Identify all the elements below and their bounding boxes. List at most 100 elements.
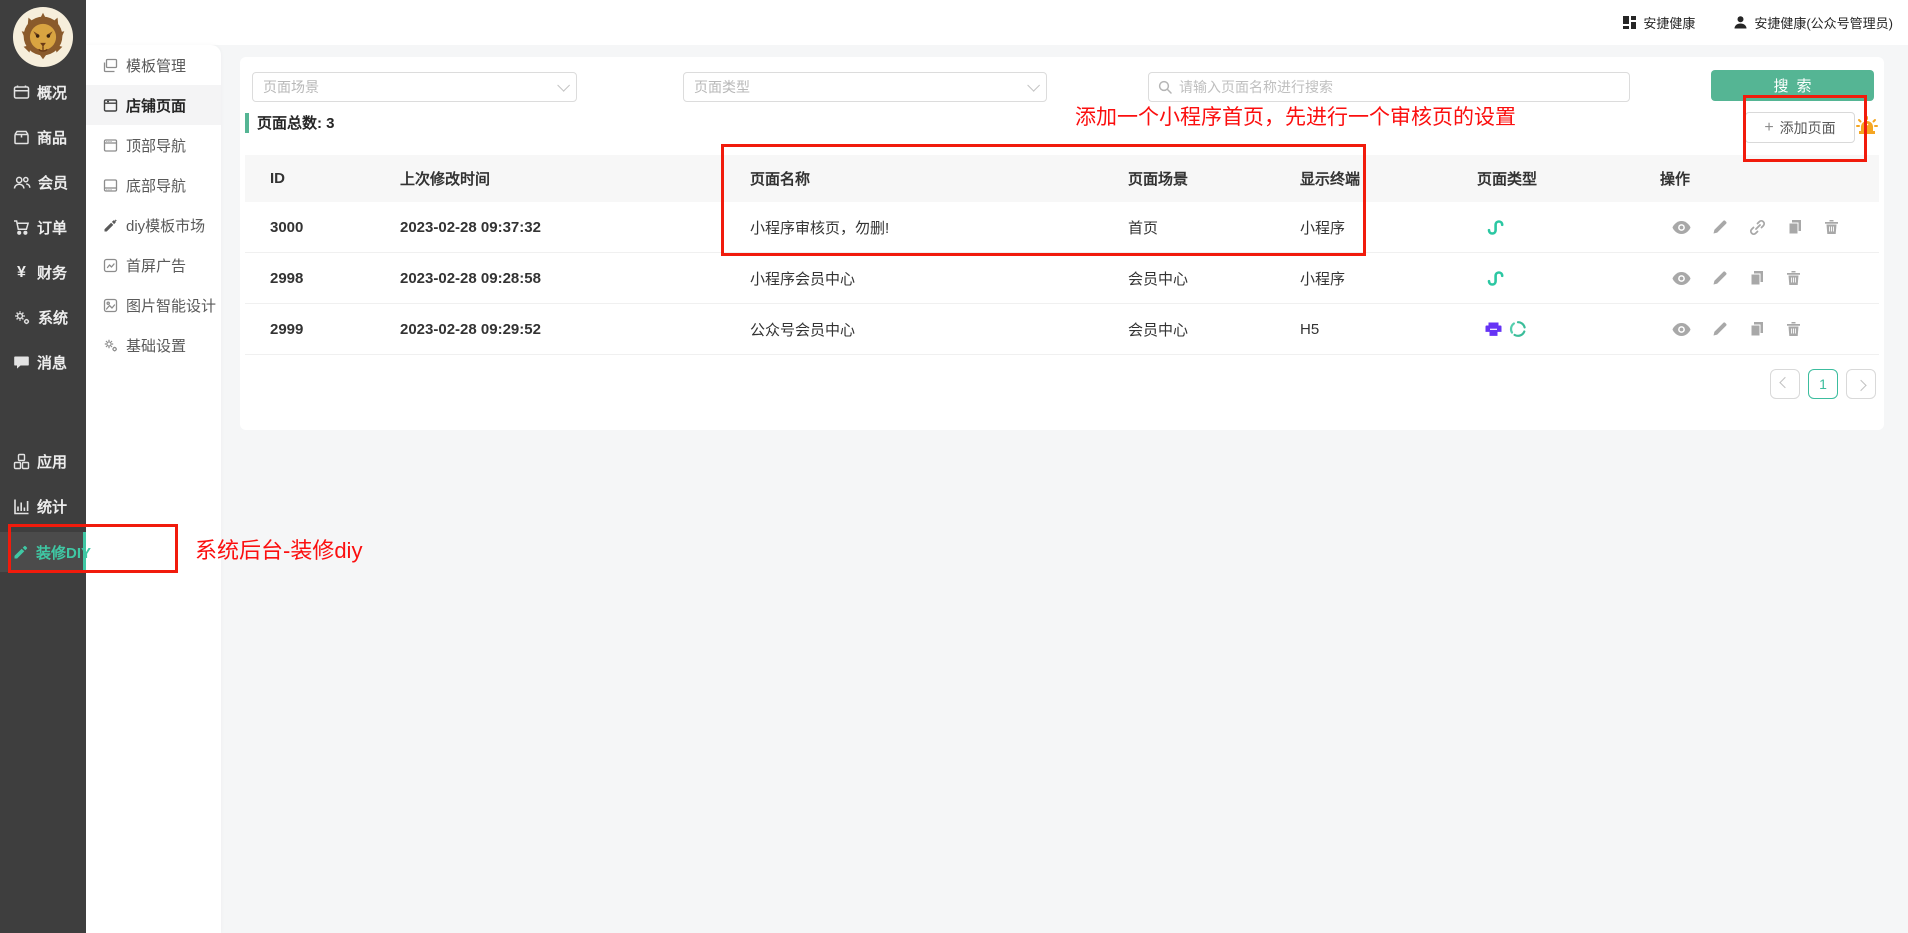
table-row: 2999 2023-02-28 09:29:52 公众号会员中心 会员中心 H5 bbox=[245, 304, 1879, 355]
merchant-switcher[interactable]: 安捷健康 bbox=[1622, 13, 1695, 32]
main-content: 页面场景 页面类型 搜索 + 添加页面 页面总数: 3 ID bbox=[221, 45, 1908, 933]
sidebar-item-label: 商品 bbox=[37, 127, 67, 148]
sidebar-item-messages[interactable]: 消息 bbox=[0, 340, 86, 385]
page-type-select-value: 页面类型 bbox=[694, 77, 750, 97]
sidebar-item-goods[interactable]: 商品 bbox=[0, 115, 86, 160]
sidebar-spacer bbox=[0, 385, 86, 439]
template-manage-icon bbox=[103, 58, 118, 73]
h5-icon bbox=[1509, 320, 1527, 338]
sidebar-item-orders[interactable]: 订单 bbox=[0, 205, 86, 250]
submenu-item-bottom-nav[interactable]: 底部导航 bbox=[86, 165, 221, 205]
cell-scene: 会员中心 bbox=[1128, 319, 1300, 340]
cell-modified: 2023-02-28 09:37:32 bbox=[400, 219, 750, 236]
merchant-name: 安捷健康 bbox=[1643, 13, 1695, 32]
table-row: 3000 2023-02-28 09:37:32 小程序审核页，勿删! 首页 小… bbox=[245, 202, 1879, 253]
edit-icon[interactable] bbox=[1712, 270, 1728, 286]
pagination: 1 bbox=[1770, 369, 1876, 399]
lion-logo-icon bbox=[12, 6, 74, 68]
copy-icon[interactable] bbox=[1787, 219, 1803, 235]
brand-logo[interactable] bbox=[12, 6, 74, 68]
search-button[interactable]: 搜索 bbox=[1711, 70, 1874, 101]
pages-table: ID 上次修改时间 页面名称 页面场景 显示终端 页面类型 操作 3000 20… bbox=[245, 155, 1879, 355]
page-type-select[interactable]: 页面类型 bbox=[683, 72, 1047, 102]
submenu-item-label: 首屏广告 bbox=[126, 255, 186, 276]
submenu-item-splash-ad[interactable]: 首屏广告 bbox=[86, 245, 221, 285]
message-icon bbox=[13, 354, 30, 371]
account-name: 安捷健康(公众号管理员) bbox=[1754, 13, 1893, 32]
cell-modified: 2023-02-28 09:29:52 bbox=[400, 321, 750, 338]
col-type: 页面类型 bbox=[1477, 168, 1660, 189]
cell-id: 2999 bbox=[270, 321, 400, 338]
submenu-item-shop-pages[interactable]: 店铺页面 bbox=[86, 85, 221, 125]
account-menu[interactable]: 安捷健康(公众号管理员) bbox=[1733, 13, 1893, 32]
page-scene-select-value: 页面场景 bbox=[263, 77, 319, 97]
cell-name: 小程序审核页，勿删! bbox=[750, 217, 1128, 238]
cell-terminal: 小程序 bbox=[1300, 217, 1477, 238]
edit-icon[interactable] bbox=[1712, 219, 1728, 235]
submenu-item-top-nav[interactable]: 顶部导航 bbox=[86, 125, 221, 165]
sidebar-item-label: 系统 bbox=[38, 307, 68, 328]
sidebar-item-stats[interactable]: 统计 bbox=[0, 484, 86, 529]
col-id: ID bbox=[270, 170, 400, 187]
orders-icon bbox=[13, 219, 30, 236]
sidebar-item-members[interactable]: 会员 bbox=[0, 160, 86, 205]
page-scene-select[interactable]: 页面场景 bbox=[252, 72, 577, 102]
overview-icon bbox=[13, 84, 30, 101]
sidebar-item-system[interactable]: 系统 bbox=[0, 295, 86, 340]
sidebar-item-label: 订单 bbox=[37, 217, 67, 238]
main-sidebar: 概况 商品 会员 订单 ¥ 财务 系统 消息 应用 bbox=[0, 0, 86, 933]
copy-icon[interactable] bbox=[1749, 321, 1765, 337]
cell-scene: 首页 bbox=[1128, 217, 1300, 238]
sidebar-item-label: 财务 bbox=[37, 262, 67, 283]
submenu-item-template-manage[interactable]: 模板管理 bbox=[86, 45, 221, 85]
delete-icon[interactable] bbox=[1786, 321, 1801, 337]
diy-submenu: 模板管理 店铺页面 顶部导航 底部导航 diy模板市场 首屏广告 图片智能设计 … bbox=[86, 45, 221, 933]
summary-count: 3 bbox=[326, 115, 334, 132]
cell-modified: 2023-02-28 09:28:58 bbox=[400, 270, 750, 287]
delete-icon[interactable] bbox=[1786, 270, 1801, 286]
add-page-button[interactable]: + 添加页面 bbox=[1745, 112, 1855, 143]
submenu-item-image-design[interactable]: 图片智能设计 bbox=[86, 285, 221, 325]
table-row: 2998 2023-02-28 09:28:58 小程序会员中心 会员中心 小程… bbox=[245, 253, 1879, 304]
sidebar-item-label: 装修DIY bbox=[36, 542, 91, 563]
sidebar-item-apps[interactable]: 应用 bbox=[0, 439, 86, 484]
search-input[interactable] bbox=[1179, 79, 1620, 95]
submenu-item-label: 基础设置 bbox=[126, 335, 186, 356]
stats-icon bbox=[13, 498, 30, 515]
summary-label: 页面总数: bbox=[257, 115, 322, 132]
prev-page-button[interactable] bbox=[1770, 369, 1800, 399]
sidebar-item-overview[interactable]: 概况 bbox=[0, 70, 86, 115]
cell-actions bbox=[1660, 321, 1879, 337]
banner-ad-icon bbox=[103, 258, 118, 273]
submenu-item-basic-settings[interactable]: 基础设置 bbox=[86, 325, 221, 365]
shop-page-icon bbox=[103, 98, 118, 113]
sidebar-item-finance[interactable]: ¥ 财务 bbox=[0, 250, 86, 295]
basic-settings-icon bbox=[103, 338, 118, 353]
copy-icon[interactable] bbox=[1749, 270, 1765, 286]
chevron-left-icon bbox=[1779, 377, 1790, 388]
view-icon[interactable] bbox=[1672, 322, 1691, 337]
chevron-right-icon bbox=[1855, 380, 1866, 391]
submenu-item-diy-market[interactable]: diy模板市场 bbox=[86, 205, 221, 245]
plus-icon: + bbox=[1764, 119, 1773, 137]
view-icon[interactable] bbox=[1672, 271, 1691, 286]
summary-accent-bar bbox=[245, 113, 249, 133]
sidebar-item-label: 消息 bbox=[37, 352, 67, 373]
edit-icon[interactable] bbox=[1712, 321, 1728, 337]
cell-page-type bbox=[1477, 269, 1660, 288]
user-icon bbox=[1733, 15, 1748, 30]
current-page-button[interactable]: 1 bbox=[1808, 369, 1838, 399]
alarm-siren-icon[interactable] bbox=[1854, 114, 1880, 145]
view-icon[interactable] bbox=[1672, 220, 1691, 235]
delete-icon[interactable] bbox=[1824, 219, 1839, 235]
sidebar-item-label: 应用 bbox=[37, 451, 67, 472]
link-icon[interactable] bbox=[1749, 219, 1766, 236]
cell-terminal: H5 bbox=[1300, 321, 1477, 338]
next-page-button[interactable] bbox=[1846, 369, 1876, 399]
submenu-item-label: 底部导航 bbox=[126, 175, 186, 196]
diy-market-icon bbox=[103, 218, 118, 233]
sidebar-item-label: 统计 bbox=[37, 496, 67, 517]
sidebar-item-diy[interactable]: 装修DIY bbox=[0, 532, 86, 572]
sidebar-item-label: 概况 bbox=[37, 82, 67, 103]
cell-page-type bbox=[1477, 218, 1660, 237]
